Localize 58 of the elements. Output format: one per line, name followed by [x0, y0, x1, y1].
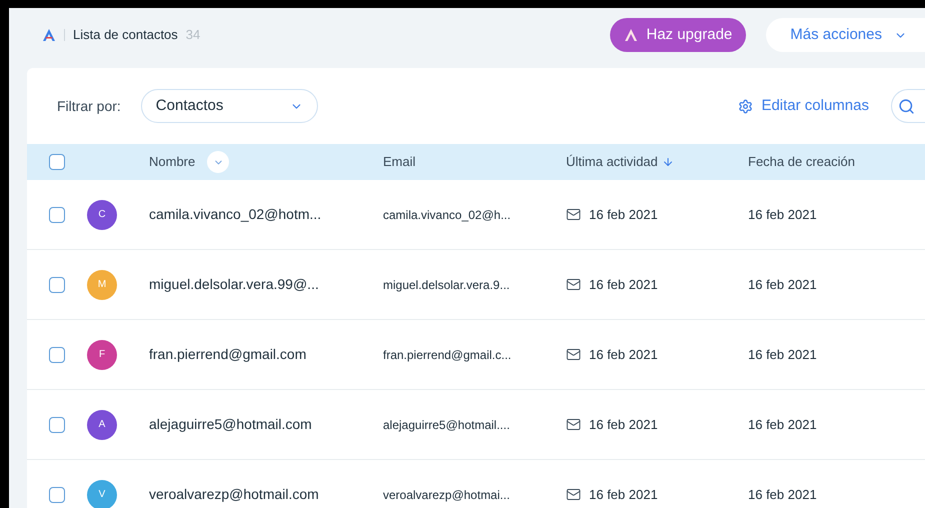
creation-date: 16 feb 2021	[748, 206, 818, 224]
table-row[interactable]: V veroalvarezp@hotmail.com veroalvarezp@hotmai... 16 feb 2021 16 feb 2021	[27, 460, 925, 508]
upgrade-button[interactable]: Haz upgrade	[610, 18, 746, 52]
avatar: A	[87, 410, 117, 440]
logo-icon	[624, 28, 638, 42]
avatar: V	[87, 480, 117, 508]
mail-icon	[566, 277, 581, 292]
creation-date: 16 feb 2021	[748, 416, 818, 434]
column-header[interactable]: Nombre	[149, 152, 196, 172]
contact-name: fran.pierrend@gmail.com	[149, 345, 308, 364]
avatar: C	[87, 200, 117, 230]
contact-name: miguel.delsolar.vera.99@...	[149, 275, 320, 294]
mail-icon	[566, 417, 581, 432]
table-row[interactable]: C camila.vivanco_02@hotm... camila.vivanco_02@h... 16 feb 2021 16 feb 2021	[27, 180, 925, 250]
checkbox[interactable]	[49, 154, 65, 170]
mail-icon	[566, 207, 581, 222]
last-activity-date: 16 feb 2021	[589, 346, 658, 364]
mail-icon	[566, 487, 581, 502]
contact-email: camila.vivanco_02@h...	[383, 206, 512, 224]
page-title: Lista de contactos	[73, 26, 178, 44]
contact-email: fran.pierrend@gmail.c...	[383, 346, 512, 364]
edit-columns-button[interactable]: Editar columnas	[738, 94, 869, 118]
more-actions-button[interactable]: Más acciones	[766, 18, 925, 52]
column-header[interactable]: Fecha de creación	[748, 154, 855, 170]
filter-label: Filtrar por:	[57, 96, 121, 116]
last-activity-date: 16 feb 2021	[589, 276, 658, 294]
mail-icon	[566, 347, 581, 362]
avatar: F	[87, 340, 117, 370]
contact-name: veroalvarezp@hotmail.com	[149, 485, 320, 504]
table-row[interactable]: A alejaguirre5@hotmail.com alejaguirre5@hotmail.... 16 feb 2021 16 feb 2021	[27, 390, 925, 460]
last-activity-date: 16 feb 2021	[589, 416, 658, 434]
search-button[interactable]	[891, 89, 925, 123]
contact-email: miguel.delsolar.vera.9...	[383, 276, 511, 294]
search-icon	[898, 98, 915, 114]
last-activity-date: 16 feb 2021	[589, 206, 658, 224]
contact-name: alejaguirre5@hotmail.com	[149, 415, 313, 434]
contact-email: alejaguirre5@hotmail....	[383, 416, 511, 434]
contact-name: camila.vivanco_02@hotm...	[149, 205, 322, 224]
sort-arrow-icon	[662, 156, 674, 168]
checkbox[interactable]	[49, 206, 65, 222]
avatar: M	[87, 270, 117, 300]
settings-icon	[738, 98, 754, 114]
checkbox[interactable]	[49, 346, 65, 362]
checkbox[interactable]	[49, 486, 65, 502]
logo-icon	[42, 28, 56, 42]
creation-date: 16 feb 2021	[748, 276, 818, 294]
filter-dropdown[interactable]: Contactos	[140, 89, 318, 123]
table-row[interactable]: F fran.pierrend@gmail.com fran.pierrend@gmail.c... 16 feb 2021 16 feb 2021	[27, 320, 925, 390]
checkbox[interactable]	[49, 416, 65, 432]
checkbox[interactable]	[49, 276, 65, 292]
creation-date: 16 feb 2021	[748, 486, 818, 504]
table-row[interactable]: M miguel.delsolar.vera.99@... miguel.delsolar.vera.9... 16 feb 2021 16 feb 2021	[27, 250, 925, 320]
last-activity-date: 16 feb 2021	[589, 486, 658, 504]
creation-date: 16 feb 2021	[748, 346, 818, 364]
contact-count: 34	[186, 26, 200, 44]
column-header[interactable]: Email	[383, 154, 416, 170]
column-header[interactable]: Última actividad	[566, 152, 658, 172]
contact-email: veroalvarezp@hotmai...	[383, 486, 511, 504]
